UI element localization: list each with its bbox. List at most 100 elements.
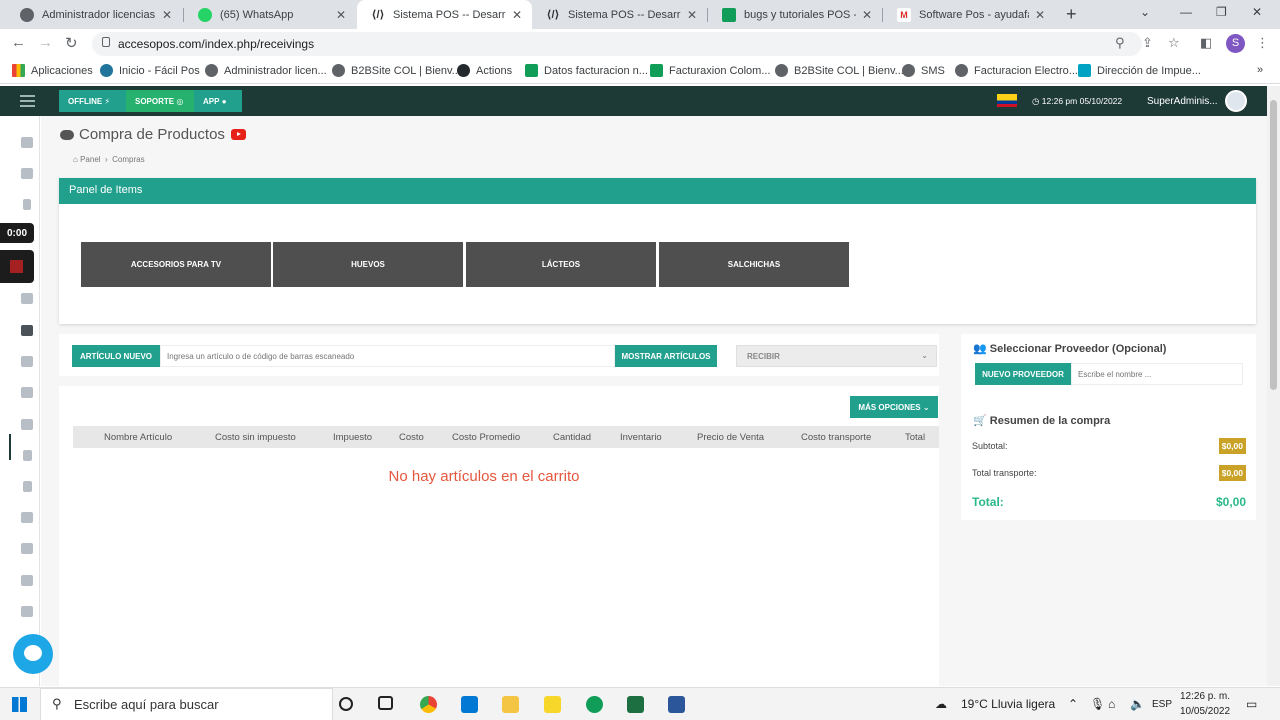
bookmark-item[interactable]: Inicio - Fácil Pos — [100, 64, 200, 77]
browser-tab[interactable]: M Software Pos - ayudafacilpos ✕ — [883, 0, 1055, 29]
bookmark-item[interactable]: B2BSite COL | Bienv... — [332, 64, 461, 77]
more-options-button[interactable]: MÁS OPCIONES ⌄ — [850, 396, 938, 418]
taskbar-search[interactable]: ⚲ Escribe aquí para buscar — [40, 688, 333, 720]
users-icon[interactable] — [21, 293, 33, 304]
bookmark-item[interactable]: SMS — [902, 64, 945, 77]
volume-icon[interactable]: 🔈 — [1130, 697, 1145, 711]
chrome-icon[interactable] — [420, 696, 437, 713]
word-icon[interactable] — [668, 696, 685, 713]
bookmark-apps[interactable]: Aplicaciones — [12, 64, 93, 77]
forward-icon[interactable]: → — [38, 34, 53, 51]
file-icon[interactable] — [23, 481, 32, 492]
breadcrumb-home[interactable]: Panel — [80, 155, 100, 164]
youtube-icon[interactable] — [230, 129, 246, 140]
mode-select[interactable]: RECIBIR ⌄ — [736, 345, 937, 367]
show-items-button[interactable]: MOSTRAR ARTÍCULOS — [615, 345, 717, 367]
bank-icon[interactable] — [21, 168, 33, 179]
bookmark-item[interactable]: Administrador licen... — [205, 64, 327, 77]
excel-icon[interactable] — [627, 696, 644, 713]
mic-icon[interactable]: 🎙 — [1090, 697, 1105, 711]
supplier-search-input[interactable] — [1071, 363, 1243, 385]
browser-tab[interactable]: ⟨/⟩ Sistema POS -- Desarrollado ✕ — [532, 0, 707, 29]
app-button[interactable]: APP ● — [194, 90, 242, 112]
cortana-icon[interactable] — [339, 697, 353, 711]
new-tab-icon[interactable]: + — [1066, 4, 1077, 25]
bookmark-item[interactable]: Facturaxion Colom... — [650, 64, 770, 77]
cloud-download-icon — [60, 129, 74, 140]
category-button[interactable]: LÁCTEOS — [466, 242, 656, 287]
category-button[interactable]: SALCHICHAS — [659, 242, 849, 287]
user-icon[interactable] — [23, 450, 32, 461]
taskbar-date[interactable]: 10/05/2022 — [1180, 706, 1230, 717]
item-search-input[interactable] — [160, 345, 615, 367]
code-icon: ⟨/⟩ — [371, 9, 385, 21]
calendar-icon[interactable] — [21, 606, 33, 617]
tab-search-icon[interactable]: ⌄ — [1140, 5, 1150, 19]
timer-app-icon[interactable] — [586, 696, 603, 713]
share-icon[interactable]: ⇪ — [1142, 35, 1153, 51]
browser-tab-active[interactable]: ⟨/⟩ Sistema POS -- Desarrollado ✕ — [357, 0, 532, 29]
new-supplier-button[interactable]: NUEVO PROVEEDOR — [975, 363, 1071, 385]
palette-icon[interactable] — [21, 419, 33, 430]
close-icon[interactable]: ✕ — [687, 8, 697, 22]
column-header: Nombre Artículo — [104, 432, 173, 443]
close-window-icon[interactable]: ✕ — [1252, 5, 1262, 19]
chat-widget-button[interactable] — [13, 634, 53, 674]
close-icon[interactable]: ✕ — [1035, 8, 1045, 22]
bookmark-item[interactable]: Datos facturacion n... — [525, 64, 648, 77]
sticky-notes-icon[interactable] — [544, 696, 561, 713]
file-explorer-icon[interactable] — [502, 696, 519, 713]
close-icon[interactable]: ✕ — [162, 8, 172, 22]
page-scrollbar[interactable] — [1267, 86, 1280, 686]
category-button[interactable]: ACCESORIOS PARA TV — [81, 242, 271, 287]
chevron-up-icon[interactable]: ⌃ — [1068, 697, 1078, 711]
truck-icon[interactable] — [21, 512, 33, 523]
category-button[interactable]: HUEVOS — [273, 242, 463, 287]
cloud-download-icon[interactable] — [21, 325, 33, 336]
notifications-icon[interactable]: ▭ — [1246, 697, 1257, 711]
browser-tab[interactable]: bugs y tutoriales POS - Hoja ✕ — [708, 0, 882, 29]
restore-icon[interactable]: ❐ — [1216, 5, 1227, 19]
table-icon[interactable] — [21, 543, 33, 554]
close-icon[interactable]: ✕ — [336, 8, 346, 22]
bookmark-item[interactable]: B2BSite COL | Bienv... — [775, 64, 904, 77]
browser-tab[interactable]: Administrador licencias POS ✕ — [6, 0, 182, 29]
user-avatar[interactable] — [1225, 90, 1247, 112]
menu-dots-icon[interactable]: ⋮ — [1256, 35, 1269, 51]
close-icon[interactable]: ✕ — [862, 8, 872, 22]
offline-button[interactable]: OFFLINE ⚡ — [59, 90, 126, 112]
new-item-button[interactable]: ARTÍCULO NUEVO — [72, 345, 160, 367]
browser-tab[interactable]: (65) WhatsApp ✕ — [184, 0, 356, 29]
hamburger-icon[interactable] — [20, 95, 35, 107]
minimize-icon[interactable]: — — [1180, 5, 1192, 19]
app-header: OFFLINE ⚡ SOPORTE ◎ APP ● ◷ 12:26 pm 05/… — [0, 86, 1267, 116]
windows-start-icon[interactable] — [12, 697, 27, 712]
inbox-icon[interactable] — [21, 575, 33, 586]
scrollbar-thumb[interactable] — [1270, 100, 1277, 390]
bookmark-item[interactable]: Actions — [457, 64, 512, 77]
user-name[interactable]: SuperAdminis... — [1147, 96, 1218, 107]
bookmark-item[interactable]: Facturacion Electro... — [955, 64, 1078, 77]
soporte-button[interactable]: SOPORTE ◎ — [126, 90, 194, 112]
profile-avatar[interactable]: S — [1226, 34, 1245, 53]
reload-icon[interactable]: ↻ — [65, 34, 78, 52]
bookmark-item[interactable]: Dirección de Impue... — [1078, 64, 1201, 77]
sidepanel-icon[interactable]: ◧ — [1200, 35, 1212, 51]
gears-icon[interactable] — [21, 356, 33, 367]
dollar-icon[interactable] — [23, 199, 31, 210]
dashboard-icon[interactable] — [21, 137, 33, 148]
language-indicator[interactable]: ESP — [1152, 699, 1172, 710]
taskbar-time[interactable]: 12:26 p. m. — [1180, 691, 1230, 702]
star-icon[interactable]: ☆ — [1168, 35, 1180, 51]
back-icon[interactable]: ← — [11, 34, 26, 51]
calculator-icon[interactable] — [21, 387, 33, 398]
more-bookmarks-icon[interactable]: » — [1257, 64, 1263, 76]
task-view-icon[interactable] — [378, 696, 393, 710]
store-icon[interactable] — [461, 696, 478, 713]
address-bar[interactable]: accesopos.com/index.php/receivings — [92, 32, 1142, 56]
stop-recording-button[interactable] — [0, 250, 34, 283]
network-icon[interactable]: ⌂ — [1108, 697, 1115, 711]
close-icon[interactable]: ✕ — [512, 8, 522, 22]
zoom-icon[interactable]: ⚲ — [1115, 35, 1125, 51]
weather-text[interactable]: 19°C Lluvia ligera — [961, 697, 1055, 711]
